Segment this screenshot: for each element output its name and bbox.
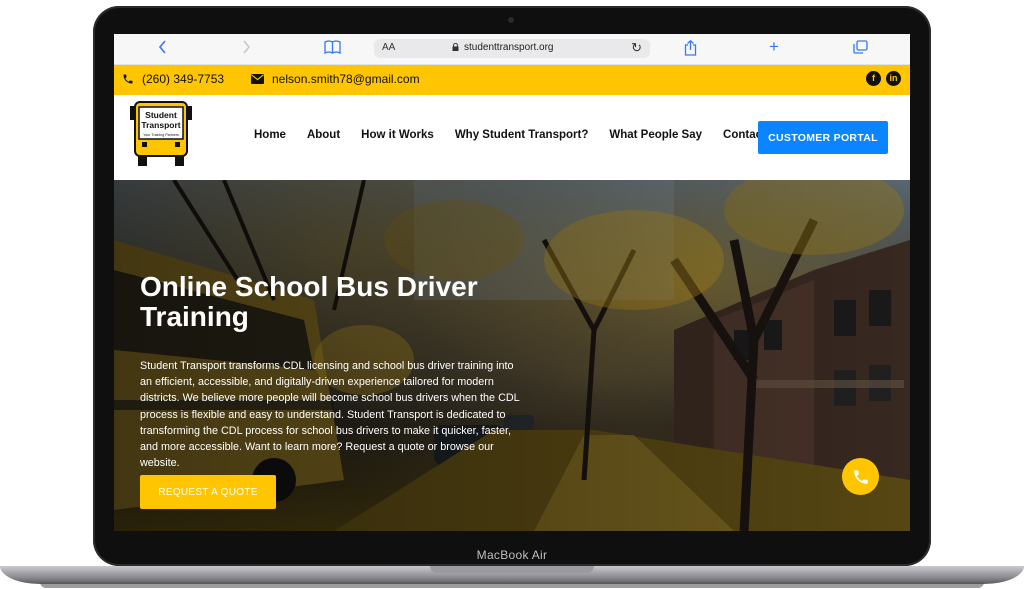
- main-nav: Home About How it Works Why Student Tran…: [254, 129, 766, 141]
- request-quote-button[interactable]: REQUEST A QUOTE: [140, 475, 276, 509]
- browser-toolbar: AA studenttransport.org ↻ +: [114, 34, 910, 65]
- phone-icon: [123, 74, 133, 84]
- hero-description: Student Transport transforms CDL licensi…: [140, 360, 520, 470]
- laptop-hinge-notch: [430, 566, 594, 573]
- site-logo[interactable]: Student Transport Your Training Partners: [128, 100, 194, 172]
- envelope-icon: [251, 74, 264, 84]
- phone-number: (260) 349-7753: [142, 72, 225, 86]
- customer-portal-button[interactable]: CUSTOMER PORTAL: [758, 121, 888, 154]
- nav-home[interactable]: Home: [254, 129, 286, 141]
- logo-line-1: Student: [145, 110, 177, 120]
- browser-window: AA studenttransport.org ↻ + (260) 349-77…: [114, 34, 910, 531]
- lock-icon: [452, 43, 459, 51]
- linkedin-icon[interactable]: in: [886, 71, 901, 86]
- hero-title: Online School Bus Driver Training: [140, 271, 478, 332]
- nav-what-people-say[interactable]: What People Say: [609, 129, 702, 141]
- nav-why-student-transport[interactable]: Why Student Transport?: [455, 129, 589, 141]
- call-floating-button[interactable]: [842, 458, 879, 495]
- logo-line-2: Transport: [141, 120, 180, 130]
- address-bar[interactable]: AA studenttransport.org ↻: [374, 39, 650, 58]
- email-contact[interactable]: nelson.smith78@gmail.com: [251, 72, 420, 86]
- reload-icon[interactable]: ↻: [631, 40, 642, 56]
- share-icon[interactable]: [684, 39, 697, 60]
- chevron-right-icon[interactable]: [242, 40, 251, 58]
- nav-how-it-works[interactable]: How it Works: [361, 129, 434, 141]
- tabs-icon[interactable]: [853, 40, 868, 58]
- nav-about[interactable]: About: [307, 129, 340, 141]
- site-header: Student Transport Your Training Partners…: [114, 95, 910, 180]
- email-address: nelson.smith78@gmail.com: [272, 72, 420, 86]
- text-size-button[interactable]: AA: [382, 42, 395, 53]
- book-icon[interactable]: [324, 40, 341, 58]
- hero-section: Online School Bus Driver Training Studen…: [114, 180, 910, 531]
- contact-bar: (260) 349-7753 nelson.smith78@gmail.com …: [114, 65, 910, 95]
- logo-tagline: Your Training Partners: [143, 133, 179, 137]
- laptop-foot: [40, 582, 984, 588]
- chevron-left-icon[interactable]: [158, 40, 167, 58]
- plus-icon[interactable]: +: [769, 38, 779, 56]
- facebook-icon[interactable]: f: [866, 71, 881, 86]
- phone-contact[interactable]: (260) 349-7753: [122, 72, 224, 86]
- phone-icon: [853, 469, 868, 484]
- camera-icon: [508, 17, 514, 23]
- url-text: studenttransport.org: [464, 42, 554, 53]
- device-label: MacBook Air: [476, 548, 548, 562]
